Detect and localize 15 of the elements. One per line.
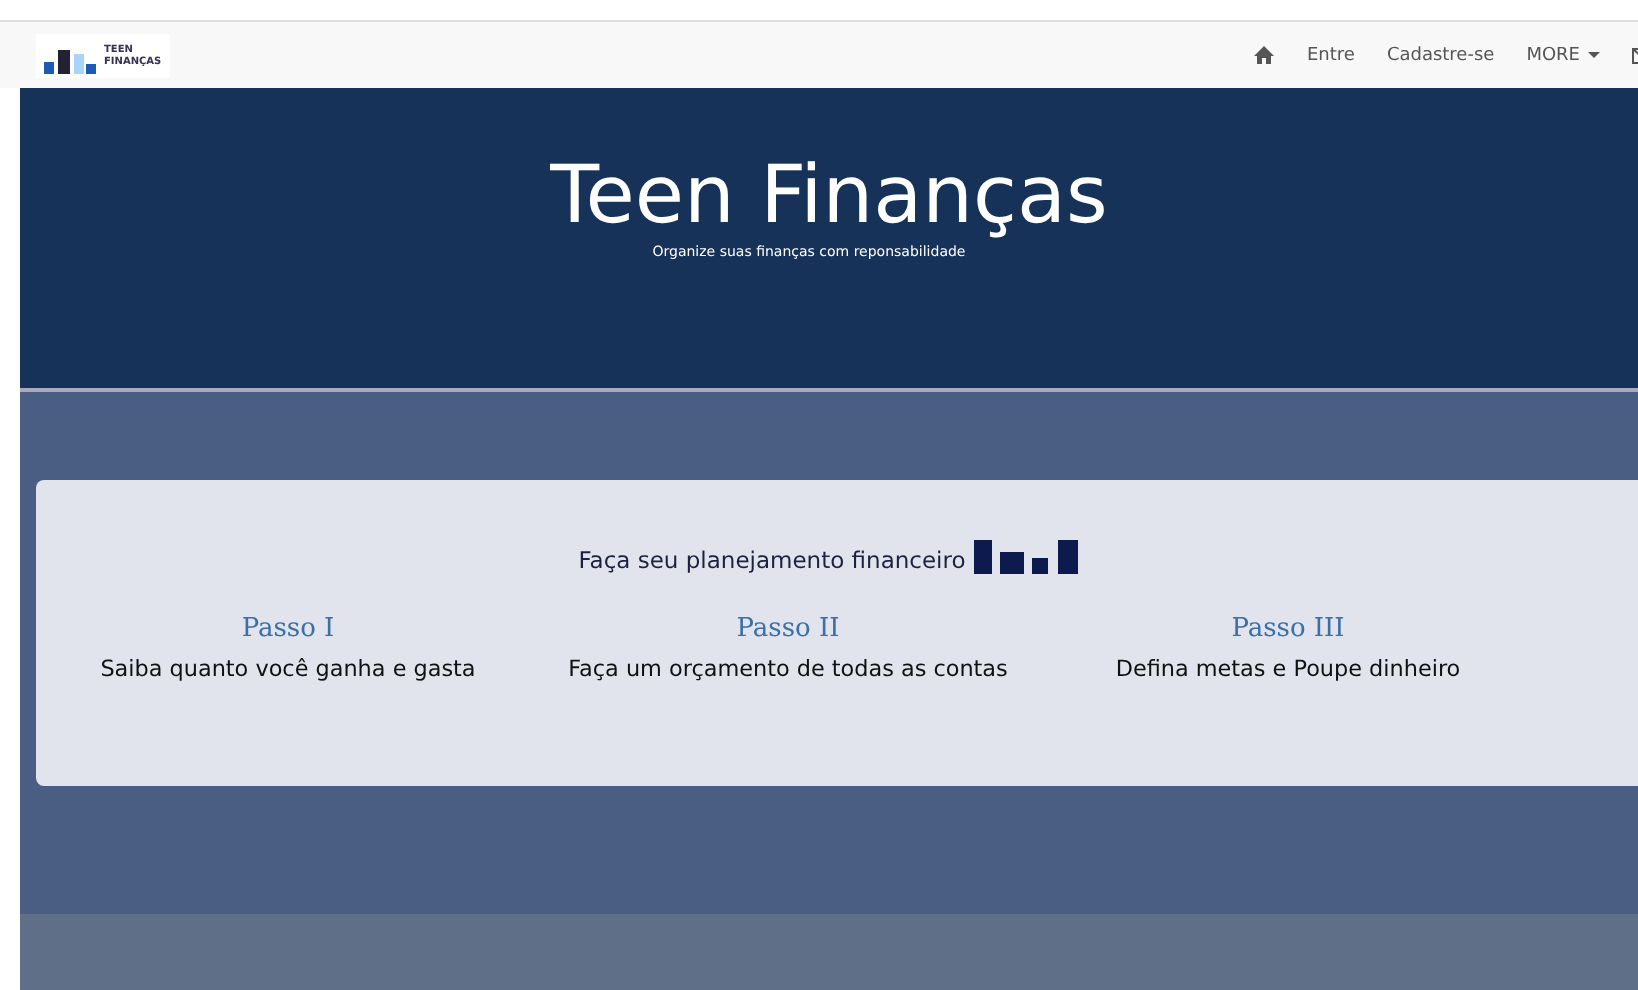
more-menu[interactable]: MORE [1526,45,1600,65]
nav-link[interactable]: Entre [1306,45,1355,65]
caret-icon [1588,51,1600,59]
step-title: Passo II [736,614,840,644]
bar-chart-icon [973,540,1078,574]
step-text: Defina metas e Poupe dinheiro [1115,656,1461,682]
card-heading: Faça seu planejamento financeiro [578,546,966,574]
step-title: Passo III [1231,614,1345,644]
step-text: Saiba quanto você ganha e gasta [100,656,476,682]
step-title: Passo I [241,614,335,644]
bars-icon [44,45,96,73]
nav-link[interactable]: Cadastre-se [1386,45,1495,65]
hero-title: Teen Finanças [550,148,1108,244]
step-text: Faça um orçamento de todas as contas [568,656,1008,682]
home-icon[interactable] [1254,46,1275,64]
